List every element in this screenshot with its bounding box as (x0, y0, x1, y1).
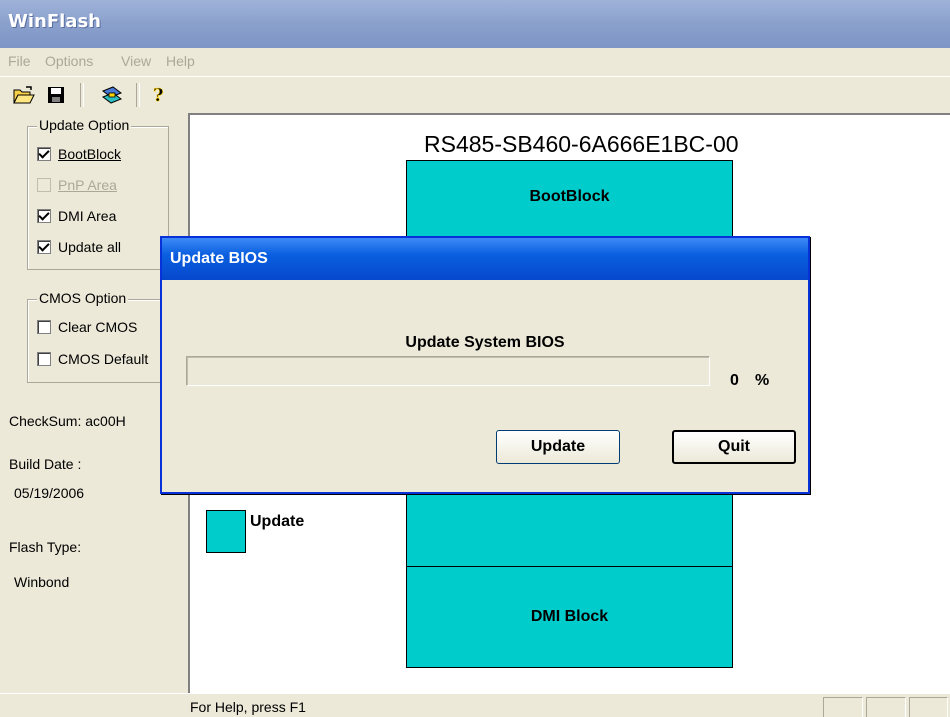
svg-text:?: ? (153, 85, 164, 105)
checkbox-box[interactable] (37, 320, 51, 334)
dialog-title-bar[interactable]: Update BIOS (162, 238, 808, 280)
save-disk-icon[interactable] (44, 83, 68, 107)
update-legend-label: Update (250, 513, 305, 530)
app-window: WinFlash File Options View Help ? Update… (0, 0, 950, 717)
dmi-block-label: DMI Block (530, 608, 609, 625)
checksum-text: CheckSum: ac00H (9, 413, 126, 429)
update-legend-swatch (206, 510, 246, 553)
clear-cmos-checkbox[interactable]: Clear CMOS (37, 318, 137, 336)
pnp-area-checkbox: PnP Area (37, 176, 117, 194)
update-option-legend: Update Option (37, 117, 132, 133)
status-pane (823, 697, 863, 717)
status-pane (866, 697, 906, 717)
cmos-option-legend: CMOS Option (37, 290, 129, 306)
help-question-icon[interactable]: ? (146, 83, 170, 107)
checkbox-box[interactable] (37, 352, 51, 366)
pnp-area-label: PnP Area (58, 177, 117, 193)
flash-type-value: Winbond (14, 574, 70, 590)
cmos-default-checkbox[interactable]: CMOS Default (37, 350, 148, 368)
menu-file[interactable]: File (8, 53, 31, 69)
dialog-heading: Update System BIOS (405, 334, 565, 351)
update-all-label: Update all (58, 239, 122, 255)
bios-model-title: RS485-SB460-6A666E1BC-00 (424, 131, 739, 157)
flash-type-label: Flash Type: (9, 539, 82, 555)
checkbox-box[interactable] (37, 209, 51, 223)
menu-options[interactable]: Options (45, 53, 93, 69)
clear-cmos-label: Clear CMOS (58, 319, 138, 335)
build-date-value: 05/19/2006 (14, 485, 85, 501)
status-pane (909, 697, 948, 717)
menu-view[interactable]: View (121, 53, 151, 69)
app-title: WinFlash (8, 11, 101, 32)
dmi-block: DMI Block (406, 566, 733, 668)
open-folder-icon[interactable] (12, 83, 36, 107)
update-all-checkbox[interactable]: Update all (37, 238, 121, 256)
update-button[interactable]: Update (496, 430, 620, 464)
update-option-group: Update Option BootBlock PnP Area DMI Are… (27, 117, 169, 270)
bootblock-block-label: BootBlock (529, 188, 610, 205)
checkbox-box[interactable] (37, 240, 51, 254)
build-date-label: Build Date : (9, 456, 82, 472)
progress-bar (186, 356, 710, 386)
menu-help[interactable]: Help (166, 53, 195, 69)
title-bar[interactable]: WinFlash (0, 0, 950, 48)
toolbar: ? (0, 76, 950, 113)
menu-bar: File Options View Help (0, 48, 950, 74)
dialog-title: Update BIOS (170, 250, 268, 267)
cmos-default-label: CMOS Default (58, 351, 149, 367)
status-bar: For Help, press F1 (0, 693, 950, 717)
quit-button[interactable]: Quit (672, 430, 796, 464)
update-bios-dialog: Update BIOS Update System BIOS 0 % Updat… (160, 236, 810, 494)
bootblock-checkbox[interactable]: BootBlock (37, 145, 121, 163)
checkbox-box[interactable] (37, 147, 51, 161)
cmos-option-group: CMOS Option Clear CMOS CMOS Default (27, 290, 169, 383)
left-panel: Update Option BootBlock PnP Area DMI Are… (0, 113, 186, 693)
flash-chip-icon[interactable] (100, 83, 124, 107)
dmi-area-checkbox[interactable]: DMI Area (37, 207, 116, 225)
checkbox-box (37, 178, 51, 192)
status-text: For Help, press F1 (190, 699, 306, 715)
toolbar-separator (80, 83, 84, 107)
toolbar-separator (136, 83, 140, 107)
progress-unit: % (755, 372, 770, 389)
progress-value: 0 (730, 372, 739, 389)
bootblock-label: BootBlock (58, 146, 122, 162)
dmi-area-label: DMI Area (58, 208, 117, 224)
